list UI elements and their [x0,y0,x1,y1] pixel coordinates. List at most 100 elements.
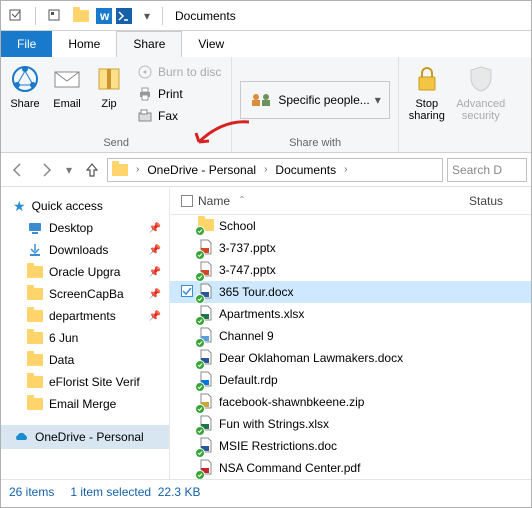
breadcrumb-onedrive[interactable]: OneDrive - Personal [143,159,260,181]
column-status-header[interactable]: Status [469,194,531,208]
qat-new-folder-icon[interactable] [70,5,92,27]
file-row[interactable]: Default.rdp [170,369,531,391]
nav-item-label: eFlorist Site Verif [49,375,140,389]
share-button[interactable]: Share [5,59,45,135]
share-with-group-label: Share with [236,135,393,152]
file-type-icon [198,371,214,390]
file-name-label: Apartments.xlsx [219,307,304,321]
pin-icon: 📌 [149,267,161,278]
file-row[interactable]: Channel 9 [170,325,531,347]
qat-dropdown-icon[interactable]: ▾ [136,5,158,27]
email-button[interactable]: Email [47,59,87,135]
status-item-count: 26 items [9,485,54,499]
file-list-pane: Name ˆ Status School 3-737.pptx 3-747.pptx… [170,187,531,479]
tab-home[interactable]: Home [52,31,116,57]
recent-locations-button[interactable]: ▾ [61,157,77,183]
select-all-checkbox[interactable] [181,195,193,207]
sidebar-item[interactable]: ScreenCapBa 📌 [27,283,169,305]
nav-item-label: Oracle Upgra [49,265,120,279]
file-name-label: Fun with Strings.xlsx [219,417,329,431]
nav-item-label: Data [49,353,74,367]
back-button[interactable] [5,157,31,183]
file-name-label: Dear Oklahoman Lawmakers.docx [219,351,403,365]
title-bar: w ▾ Documents [1,1,531,31]
qat-powershell-icon[interactable] [116,8,132,24]
sidebar-item[interactable]: Desktop📌 [27,217,169,239]
file-type-icon [198,305,214,324]
file-row[interactable]: 3-737.pptx [170,237,531,259]
sidebar-item[interactable]: Oracle Upgra 📌 [27,261,169,283]
tab-file[interactable]: File [1,31,52,57]
burn-button: Burn to disc [133,61,225,83]
fax-button[interactable]: Fax [133,105,225,127]
disc-icon [137,64,153,80]
up-button[interactable] [79,157,105,183]
navigation-pane: ★ Quick access Desktop📌Downloads📌Oracle … [1,187,170,479]
tab-view[interactable]: View [182,31,240,57]
file-row[interactable]: NSA Command Center.pdf [170,457,531,479]
svg-text:w: w [99,9,110,23]
nav-item-icon [27,374,43,390]
onedrive-icon [13,429,29,445]
status-selected: 1 item selected 22.3 KB [70,485,200,499]
sidebar-item[interactable]: Email Merge [27,393,169,415]
tab-share[interactable]: Share [116,31,182,57]
file-type-icon [198,393,214,412]
file-row[interactable]: Dear Oklahoman Lawmakers.docx [170,347,531,369]
file-row[interactable]: facebook-shawnbkeene.zip [170,391,531,413]
file-row[interactable]: 3-747.pptx [170,259,531,281]
qat-homedir-icon[interactable]: w [96,8,112,24]
nav-item-label: ScreenCapBa [49,287,124,301]
file-name-label: School [219,219,256,233]
nav-item-label: Desktop [49,221,93,235]
nav-item-label: Email Merge [49,397,116,411]
sidebar-item[interactable]: departments📌 [27,305,169,327]
file-row[interactable]: School [170,215,531,237]
sidebar-item[interactable]: 6 Jun [27,327,169,349]
window-title: Documents [175,9,236,23]
file-row[interactable]: Apartments.xlsx [170,303,531,325]
pin-icon: 📌 [149,311,161,322]
sidebar-item[interactable]: Data [27,349,169,371]
specific-people-button[interactable]: Specific people... ▾ [240,81,389,119]
forward-button[interactable] [33,157,59,183]
file-type-icon [198,415,214,434]
address-bar: ▾ › OneDrive - Personal › Documents › Se… [1,153,531,187]
search-input[interactable]: Search D [447,158,527,182]
address-box[interactable]: › OneDrive - Personal › Documents › [107,158,443,182]
send-group-label: Send [5,135,227,152]
file-row[interactable]: 365 Tour.docx [170,281,531,303]
people-icon [249,92,273,108]
email-icon [51,63,83,95]
sidebar-item[interactable]: Downloads 📌 [27,239,169,261]
folder-icon [112,164,128,176]
nav-item-icon [27,220,43,236]
nav-item-label: Downloads [49,243,108,257]
pin-icon: 📌 [149,245,161,256]
nav-item-icon [27,352,43,368]
share-icon [9,63,41,95]
breadcrumb-documents[interactable]: Documents [271,159,340,181]
column-headers[interactable]: Name ˆ Status [170,187,531,215]
qat-properties-icon[interactable] [44,5,66,27]
quick-access-header[interactable]: ★ Quick access [13,195,169,217]
stop-sharing-button[interactable]: Stop sharing [403,59,451,147]
pin-icon: 📌 [149,289,161,300]
zip-button[interactable]: Zip [89,59,129,135]
file-row[interactable]: MSIE Restrictions.doc [170,435,531,457]
file-row[interactable]: Fun with Strings.xlsx [170,413,531,435]
file-name-label: 3-747.pptx [219,263,276,277]
padlock-icon [411,63,443,95]
quick-nav-dropdown-icon[interactable] [5,5,27,27]
ribbon-tabs: File Home Share View [1,31,531,57]
file-type-icon [198,283,214,302]
file-name-label: Channel 9 [219,329,274,343]
sidebar-item[interactable]: eFlorist Site Verif [27,371,169,393]
file-type-icon [198,459,214,478]
print-button[interactable]: Print [133,83,225,105]
onedrive-root[interactable]: OneDrive - Personal [1,425,169,449]
nav-item-icon [27,308,43,324]
file-type-icon [198,437,214,456]
file-type-icon [198,349,214,368]
column-name-header[interactable]: Name [198,194,230,208]
